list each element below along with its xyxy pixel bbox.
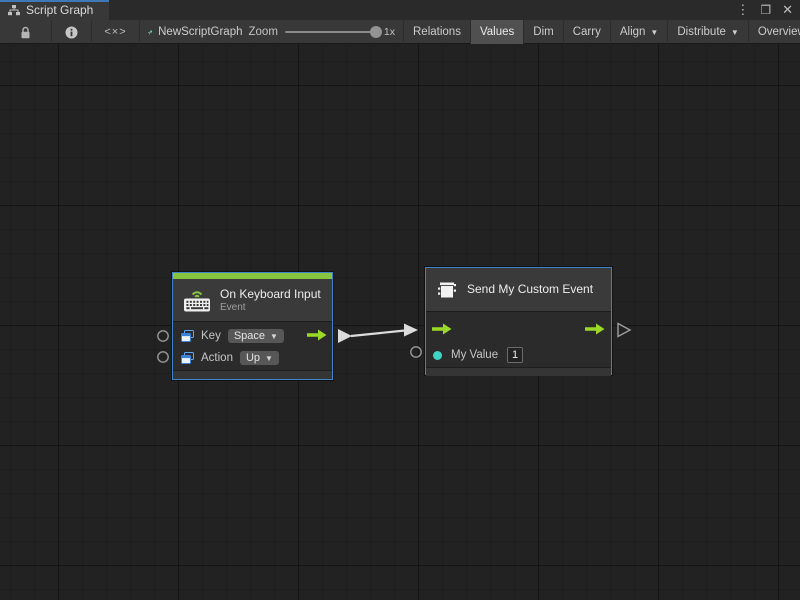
zoom-label: Zoom bbox=[249, 26, 278, 38]
my-value-port-row: My Value 1 bbox=[426, 343, 611, 367]
node-title: Send My Custom Event bbox=[467, 282, 593, 297]
info-button[interactable] bbox=[52, 20, 92, 44]
carry-button[interactable]: Carry bbox=[564, 20, 611, 44]
zoom-slider[interactable] bbox=[285, 31, 377, 33]
action-port-label: Action bbox=[201, 352, 233, 364]
chevron-down-icon: ▼ bbox=[731, 28, 739, 37]
action-port-row: Action Up ▼ bbox=[173, 347, 332, 369]
graph-name[interactable]: NewScriptGraph bbox=[158, 26, 242, 38]
chevron-down-icon: ▼ bbox=[265, 354, 273, 363]
relations-button[interactable]: Relations bbox=[404, 20, 471, 44]
graph-canvas[interactable]: On Keyboard Input Event Key Space ▼ bbox=[0, 44, 800, 600]
keyboard-input-icon bbox=[183, 289, 211, 312]
flow-output-port-empty[interactable] bbox=[618, 324, 630, 337]
my-value-label: My Value bbox=[451, 349, 498, 361]
my-value-input[interactable]: 1 bbox=[507, 347, 523, 363]
tab-script-graph[interactable]: Script Graph bbox=[0, 0, 109, 20]
node-footer bbox=[173, 370, 332, 379]
key-input-port[interactable] bbox=[158, 331, 168, 341]
custom-event-icon bbox=[436, 280, 458, 300]
align-button[interactable]: Align ▼ bbox=[611, 20, 669, 44]
key-dropdown[interactable]: Space ▼ bbox=[228, 329, 284, 343]
values-button[interactable]: Values bbox=[471, 20, 524, 44]
flow-port-row bbox=[426, 315, 611, 343]
window-controls: ⋮ ❐ ✕ bbox=[736, 0, 793, 20]
node-footer bbox=[426, 367, 611, 376]
flow-output-arrow[interactable] bbox=[307, 329, 327, 341]
code-icon: <×> bbox=[104, 26, 126, 38]
chevron-down-icon: ▼ bbox=[650, 28, 658, 37]
toolbar-toggle-buttons: Relations Values Dim Carry Align ▼ Distr… bbox=[404, 20, 800, 44]
node-body: My Value 1 bbox=[426, 311, 611, 367]
flow-input-arrow[interactable] bbox=[432, 323, 452, 335]
menu-icon[interactable]: ⋮ bbox=[736, 0, 749, 20]
flow-wire-arrowhead bbox=[404, 324, 418, 337]
zoom-value: 1x bbox=[384, 26, 395, 38]
my-value-input-port[interactable] bbox=[411, 347, 421, 357]
node-on-keyboard-input[interactable]: On Keyboard Input Event Key Space ▼ bbox=[172, 272, 333, 380]
action-dropdown[interactable]: Up ▼ bbox=[240, 351, 279, 365]
tab-bar: Script Graph ⋮ ❐ ✕ bbox=[0, 0, 800, 20]
flow-output-arrow[interactable] bbox=[585, 323, 605, 335]
node-header[interactable]: Send My Custom Event bbox=[426, 268, 611, 311]
node-title: On Keyboard Input bbox=[220, 287, 321, 302]
node-body: Key Space ▼ Action Up ▼ bbox=[173, 321, 332, 370]
flow-wire[interactable] bbox=[351, 331, 405, 337]
zoom-slider-handle[interactable] bbox=[370, 26, 382, 38]
node-header[interactable]: On Keyboard Input Event bbox=[173, 279, 332, 321]
value-port-dot-icon[interactable] bbox=[433, 351, 442, 360]
lock-button[interactable] bbox=[0, 20, 52, 44]
node-send-my-custom-event[interactable]: Send My Custom Event My Value 1 bbox=[425, 267, 612, 375]
close-icon[interactable]: ✕ bbox=[782, 0, 793, 20]
window-icon bbox=[181, 330, 194, 342]
overview-button[interactable]: Overview bbox=[749, 20, 800, 44]
connections-overlay bbox=[0, 44, 800, 600]
dim-button[interactable]: Dim bbox=[524, 20, 563, 44]
flow-wire-start-connector[interactable] bbox=[338, 329, 352, 343]
maximize-icon[interactable]: ❐ bbox=[760, 0, 771, 20]
chevron-down-icon: ▼ bbox=[270, 332, 278, 341]
zoom-control: Zoom 1x bbox=[249, 26, 396, 38]
key-port-label: Key bbox=[201, 330, 221, 342]
tab-title: Script Graph bbox=[26, 3, 93, 17]
graph-hierarchy-icon bbox=[8, 5, 20, 16]
graph-breadcrumb: NewScriptGraph Zoom 1x bbox=[140, 20, 404, 44]
lock-icon bbox=[20, 26, 31, 39]
action-input-port[interactable] bbox=[158, 352, 168, 362]
node-subtitle: Event bbox=[220, 302, 321, 313]
info-icon bbox=[65, 26, 78, 39]
preview-code-button[interactable]: <×> bbox=[92, 20, 140, 44]
distribute-button[interactable]: Distribute ▼ bbox=[668, 20, 749, 44]
graph-toolbar: <×> NewScriptGraph Zoom 1x Relations Val… bbox=[0, 20, 800, 44]
graph-asset-icon bbox=[148, 26, 152, 39]
window-icon bbox=[181, 352, 194, 364]
